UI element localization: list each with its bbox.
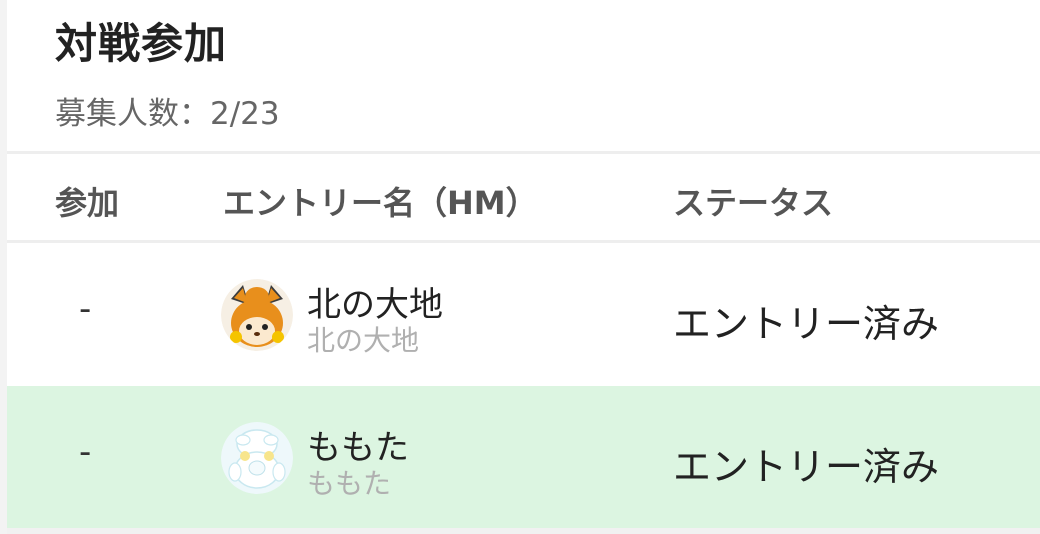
table-row-highlighted[interactable]: - ももた ももた エントリー済み bbox=[7, 386, 1040, 528]
join-value: - bbox=[79, 289, 92, 329]
left-edge bbox=[0, 0, 7, 534]
entry-status: エントリー済み bbox=[673, 445, 940, 489]
entry-sub-name: 北の大地 bbox=[307, 324, 420, 357]
column-header-entry-name: エントリー名（HM） bbox=[223, 184, 538, 222]
column-header-join: 参加 bbox=[55, 184, 120, 222]
bottom-strip bbox=[7, 528, 1040, 534]
panel-header: 対戦参加 募集人数：2/23 bbox=[7, 0, 1040, 152]
entry-status: エントリー済み bbox=[673, 302, 940, 346]
page-title: 対戦参加 bbox=[55, 19, 228, 68]
pawmot-like-avatar-icon bbox=[221, 279, 293, 351]
battle-participation-panel: 対戦参加 募集人数：2/23 参加 エントリー名（HM） ステータス - 北の大… bbox=[0, 0, 1040, 534]
recruit-count: 募集人数：2/23 bbox=[55, 96, 280, 132]
white-creature-avatar-icon bbox=[221, 422, 293, 494]
join-value: - bbox=[79, 432, 92, 472]
entry-sub-name: ももた bbox=[307, 467, 392, 500]
column-header-status: ステータス bbox=[673, 184, 834, 222]
table-header: 参加 エントリー名（HM） ステータス bbox=[7, 154, 1040, 240]
table-row[interactable]: - 北の大地 北の大地 エントリー済み bbox=[7, 243, 1040, 385]
